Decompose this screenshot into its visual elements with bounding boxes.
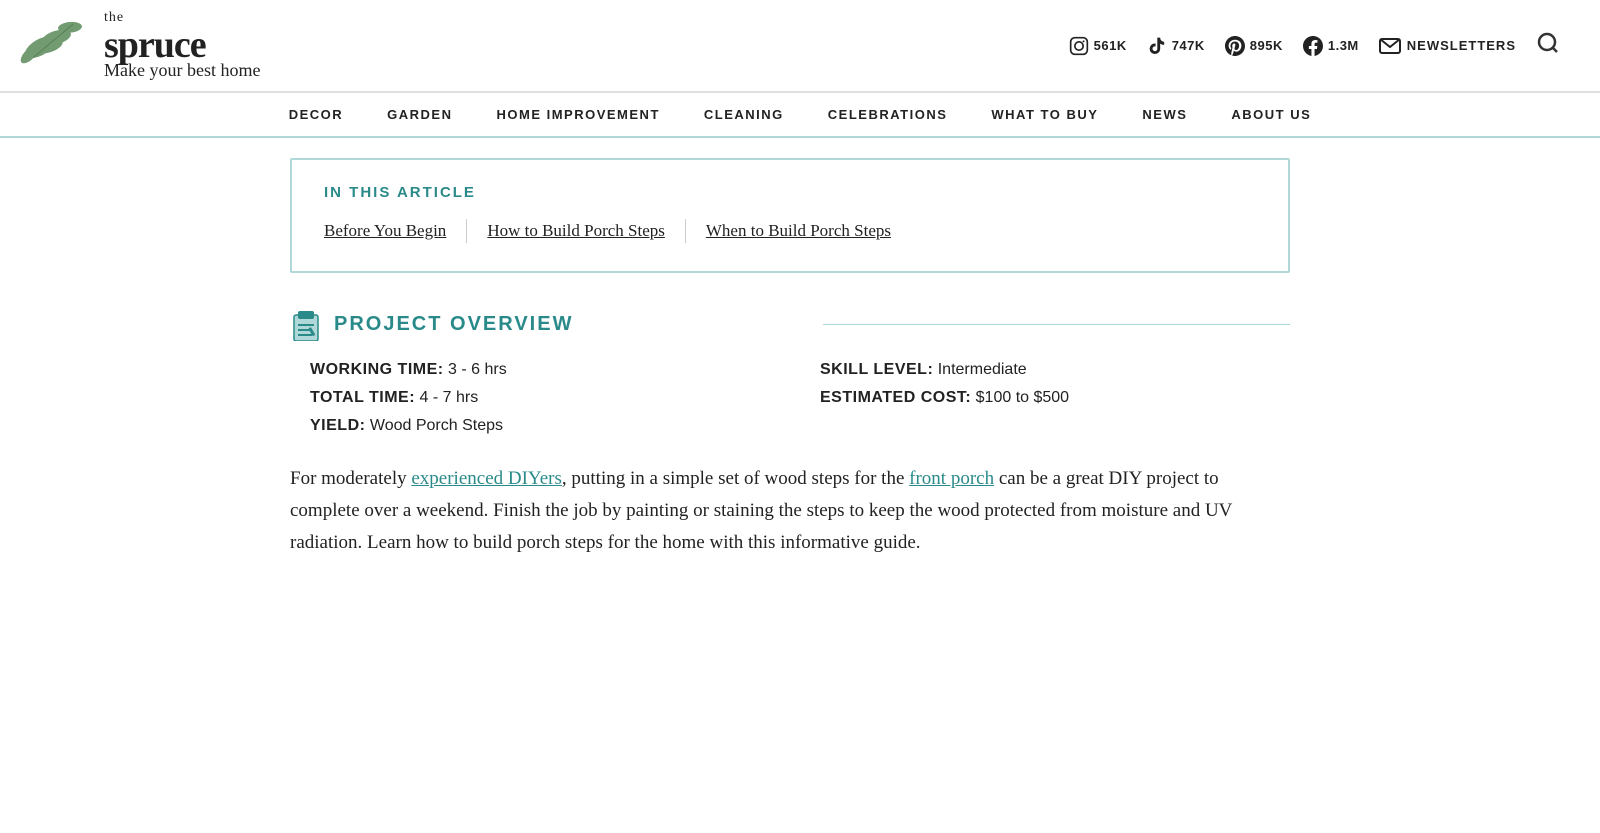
newsletters-link[interactable]: NEWSLETTERS [1379,38,1516,54]
nav-garden[interactable]: GARDEN [365,93,474,136]
instagram-link[interactable]: 561K [1069,36,1127,56]
pinterest-link[interactable]: 895K [1225,36,1283,56]
experienced-diyers-link[interactable]: experienced DIYers [411,468,562,489]
tiktok-icon [1147,36,1167,56]
detail-yield-value: Wood Porch Steps [370,417,503,434]
site-header: the spruce Make your best home 561K 747K [0,0,1600,92]
detail-skill-level: SKILL LEVEL: Intermediate [820,361,1290,379]
pinterest-icon [1225,36,1245,56]
in-this-article-box: IN THIS ARTICLE Before You Begin How to … [290,158,1290,273]
project-overview-title: PROJECT OVERVIEW [334,313,801,336]
logo-tagline: Make your best home [104,60,260,81]
nav-what-to-buy[interactable]: WHAT TO BUY [969,93,1120,136]
search-icon [1536,31,1560,55]
detail-working-time-value: 3 - 6 hrs [448,361,507,378]
nav-celebrations[interactable]: CELEBRATIONS [806,93,970,136]
article-link-how-to-build[interactable]: How to Build Porch Steps [487,219,686,243]
pinterest-count: 895K [1250,38,1283,53]
tiktok-link[interactable]: 747K [1147,36,1205,56]
project-overview-header: PROJECT OVERVIEW [290,309,1290,341]
search-button[interactable] [1536,31,1560,61]
nav-about-us[interactable]: ABOUT US [1209,93,1333,136]
detail-total-time-label: TOTAL TIME: [310,389,415,406]
detail-estimated-cost: ESTIMATED COST: $100 to $500 [820,389,1290,407]
intro-paragraph: For moderately experienced DIYers, putti… [290,463,1290,560]
detail-skill-level-label: SKILL LEVEL: [820,361,933,378]
article-links: Before You Begin How to Build Porch Step… [324,219,1256,243]
in-this-article-title: IN THIS ARTICLE [324,184,1256,201]
nav-home-improvement[interactable]: HOME IMPROVEMENT [474,93,681,136]
social-bar: 561K 747K 895K 1.3M [1069,31,1560,61]
detail-estimated-cost-label: ESTIMATED COST: [820,389,971,406]
detail-total-time-value: 4 - 7 hrs [420,389,479,406]
article-link-before-you-begin[interactable]: Before You Begin [324,219,467,243]
content-wrapper: IN THIS ARTICLE Before You Begin How to … [250,138,1350,580]
title-divider [823,324,1290,325]
detail-working-time: WORKING TIME: 3 - 6 hrs [310,361,780,379]
logo-spruce: spruce [104,26,206,64]
detail-skill-level-value: Intermediate [938,361,1027,378]
facebook-link[interactable]: 1.3M [1303,36,1359,56]
facebook-icon [1303,36,1323,56]
facebook-count: 1.3M [1328,38,1359,53]
nav-decor[interactable]: DECOR [267,93,365,136]
article-link-when-to-build[interactable]: When to Build Porch Steps [706,219,891,243]
project-overview-icon [290,309,322,341]
leaf-decoration [20,14,100,67]
email-icon [1379,38,1401,54]
main-navigation: DECOR GARDEN HOME IMPROVEMENT CLEANING C… [0,92,1600,138]
detail-yield: YIELD: Wood Porch Steps [310,417,780,435]
nav-cleaning[interactable]: CLEANING [682,93,806,136]
intro-text-2: , putting in a simple set of wood steps … [562,468,909,489]
logo-area: the spruce Make your best home [20,10,260,81]
detail-estimated-cost-value: $100 to $500 [976,389,1069,406]
tiktok-count: 747K [1172,38,1205,53]
instagram-icon [1069,36,1089,56]
detail-yield-label: YIELD: [310,417,365,434]
intro-text-1: For moderately [290,468,411,489]
front-porch-link[interactable]: front porch [909,468,994,489]
detail-total-time: TOTAL TIME: 4 - 7 hrs [310,389,780,407]
detail-working-time-label: WORKING TIME: [310,361,444,378]
project-overview-section: PROJECT OVERVIEW WORKING TIME: 3 - 6 hrs… [290,309,1290,435]
logo-text: the spruce Make your best home [104,10,260,81]
project-details-grid: WORKING TIME: 3 - 6 hrs SKILL LEVEL: Int… [290,361,1290,435]
newsletters-label: NEWSLETTERS [1407,38,1516,53]
nav-news[interactable]: NEWS [1120,93,1209,136]
instagram-count: 561K [1094,38,1127,53]
main-content: IN THIS ARTICLE Before You Begin How to … [290,158,1290,560]
